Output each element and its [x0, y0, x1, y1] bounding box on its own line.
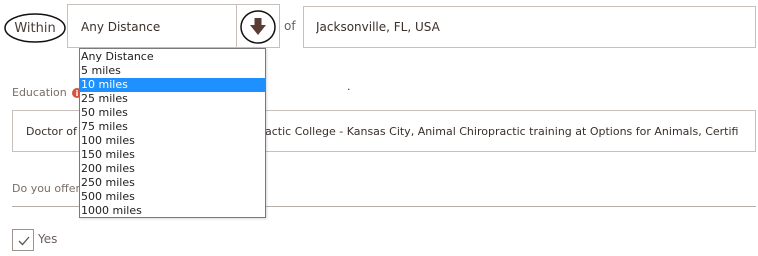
distance-option-250[interactable]: 250 miles [80, 176, 265, 190]
distance-option-75[interactable]: 75 miles [80, 120, 265, 134]
distance-select[interactable]: Any Distance [67, 4, 282, 49]
distance-option-100[interactable]: 100 miles [80, 134, 265, 148]
distance-option-150[interactable]: 150 miles [80, 148, 265, 162]
distance-option-1000[interactable]: 1000 miles [80, 204, 265, 218]
location-input[interactable] [303, 6, 756, 48]
arrow-down-icon [240, 10, 276, 44]
stray-dot: . [347, 80, 351, 93]
within-label-wrapper: Within [3, 11, 67, 45]
distance-dropdown-toggle[interactable] [236, 5, 282, 49]
offer-question-label: Do you offer [12, 182, 81, 195]
education-value-right: actic College - Kansas City, Animal Chir… [265, 124, 739, 138]
distance-option-200[interactable]: 200 miles [80, 162, 265, 176]
distance-option-5[interactable]: 5 miles [80, 64, 265, 78]
of-label: of [284, 19, 296, 33]
yes-label: Yes [38, 232, 58, 246]
yes-checkbox[interactable] [12, 229, 34, 251]
education-value-left: Doctor of [26, 124, 77, 138]
distance-select-value: Any Distance [81, 20, 161, 34]
checkmark-icon [18, 236, 30, 246]
distance-option-any[interactable]: Any Distance [80, 50, 265, 64]
distance-option-500[interactable]: 500 miles [80, 190, 265, 204]
education-label: Education [12, 86, 67, 99]
distance-dropdown-list[interactable]: Any Distance 5 miles 10 miles 25 miles 5… [79, 48, 266, 218]
distance-option-25[interactable]: 25 miles [80, 92, 265, 106]
distance-option-50[interactable]: 50 miles [80, 106, 265, 120]
distance-option-10[interactable]: 10 miles [80, 78, 265, 92]
within-label: Within [14, 20, 56, 36]
